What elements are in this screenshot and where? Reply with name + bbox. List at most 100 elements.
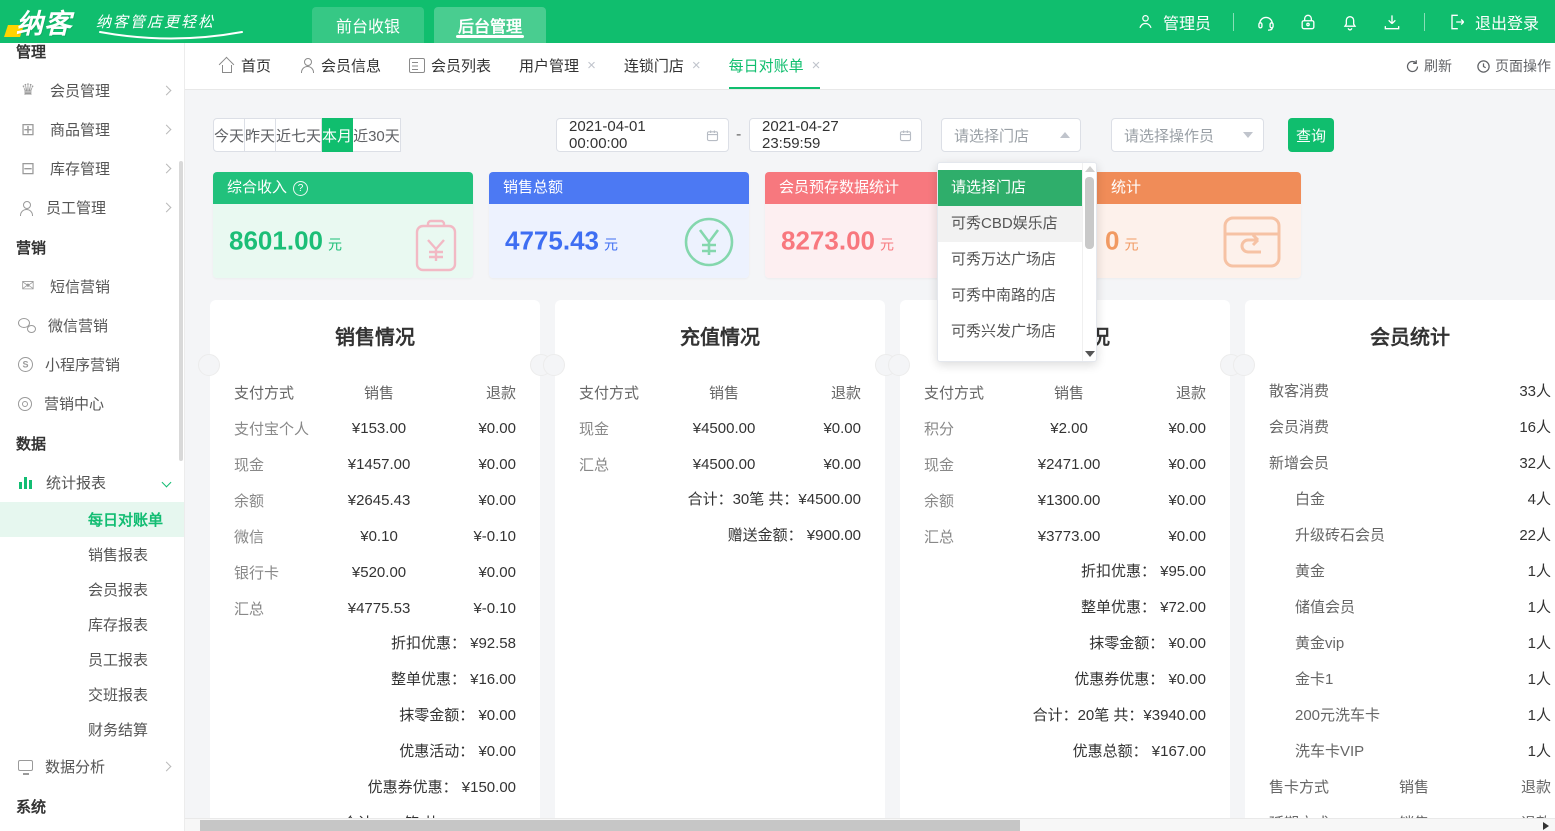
- sidebar-item[interactable]: 营销中心: [0, 384, 184, 423]
- tab[interactable]: 首页: [219, 43, 271, 89]
- chevron-right-icon: [162, 203, 172, 213]
- summary-line: 折扣优惠： ¥95.00: [900, 554, 1230, 590]
- tab[interactable]: 会员信息: [299, 43, 381, 89]
- date-end-input[interactable]: 2021-04-27 23:59:59: [749, 118, 922, 152]
- store-option[interactable]: 可秀兴发广场店: [938, 314, 1082, 350]
- scrollbar-thumb[interactable]: [200, 820, 1020, 831]
- dropdown-scrollbar[interactable]: [1082, 163, 1096, 361]
- calendar-icon: [898, 128, 913, 143]
- quick-range-button[interactable]: 本月: [322, 118, 353, 152]
- quick-range-group: 今天 昨天 近七天 本月 近30天: [213, 118, 401, 152]
- member-stat-row: 黄金vip1人: [1245, 624, 1555, 660]
- logout-button[interactable]: 退出登录: [1447, 10, 1539, 34]
- divider: [1424, 13, 1425, 31]
- lock-icon[interactable]: [1298, 12, 1318, 32]
- quick-range-button[interactable]: 昨天: [245, 118, 276, 152]
- table-row: 现金¥2471.00¥0.00: [900, 446, 1230, 482]
- store-dropdown: 请选择门店 可秀CBD娱乐店 可秀万达广场店 可秀中南路的店 可秀兴发广场店: [937, 162, 1097, 362]
- sidebar-item-label: 统计报表: [46, 472, 106, 493]
- sidebar-item[interactable]: 统计报表: [0, 463, 184, 502]
- target-icon: [18, 397, 32, 411]
- sidebar-item[interactable]: 系统: [0, 786, 184, 826]
- summary-line: 整单优惠： ¥72.00: [900, 590, 1230, 626]
- sidebar-item[interactable]: 销售报表: [0, 537, 184, 572]
- tab-close-icon[interactable]: ×: [587, 57, 596, 74]
- summary-line: 抹零金额： ¥0.00: [210, 698, 540, 734]
- tab[interactable]: 会员列表: [409, 43, 491, 89]
- tab-close-icon[interactable]: ×: [812, 57, 821, 74]
- page-operations-icon: [1476, 59, 1491, 74]
- scroll-up-icon[interactable]: [1085, 166, 1095, 172]
- sidebar-item[interactable]: 库存管理: [0, 149, 184, 188]
- topbar: 纳客 纳客管店更轻松 前台收银 后台管理 管理员: [0, 0, 1555, 43]
- sidebar-item[interactable]: 数据分析: [0, 747, 184, 786]
- operator-select[interactable]: 请选择操作员: [1111, 118, 1264, 152]
- sidebar-item[interactable]: 小程序营销: [0, 345, 184, 384]
- sidebar-item[interactable]: 数据: [0, 423, 184, 463]
- sidebar-item[interactable]: 短信营销: [0, 267, 184, 306]
- scroll-thumb[interactable]: [1085, 177, 1094, 249]
- sidebar-item[interactable]: 营销: [0, 227, 184, 267]
- brand-logo[interactable]: 纳客: [0, 0, 88, 43]
- store-option[interactable]: 可秀万达广场店: [938, 242, 1082, 278]
- headset-icon[interactable]: [1256, 12, 1276, 32]
- sidebar-item-label: 数据分析: [45, 756, 105, 777]
- scroll-down-icon[interactable]: [1085, 351, 1095, 357]
- store-select[interactable]: 请选择门店: [941, 118, 1081, 152]
- refresh-button[interactable]: 刷新: [1405, 56, 1452, 76]
- card-unit: 元: [328, 237, 342, 253]
- store-option[interactable]: 可秀CBD娱乐店: [938, 206, 1082, 242]
- top-nav-button[interactable]: 后台管理: [434, 7, 546, 43]
- bell-icon[interactable]: [1340, 12, 1360, 32]
- help-icon[interactable]: ?: [293, 181, 308, 196]
- sidebar-item[interactable]: 微信营销: [0, 306, 184, 345]
- top-nav-button[interactable]: 前台收银: [312, 7, 424, 43]
- panel-title: 充值情况: [555, 326, 885, 350]
- sidebar-item[interactable]: 交班报表: [0, 677, 184, 712]
- quick-range-button[interactable]: 近30天: [353, 118, 401, 152]
- sidebar-item[interactable]: 员工管理: [0, 188, 184, 227]
- calendar-icon: [705, 128, 720, 143]
- store-option[interactable]: 可秀中南路的店: [938, 278, 1082, 314]
- tab[interactable]: 用户管理 ×: [519, 43, 596, 89]
- summary-line: 优惠活动： ¥0.00: [210, 734, 540, 770]
- chevron-right-icon: [162, 125, 172, 135]
- quick-range-button[interactable]: 近七天: [276, 118, 322, 152]
- sidebar-item[interactable]: 财务结算: [0, 712, 184, 747]
- sidebar-item[interactable]: 管理: [0, 43, 184, 71]
- table-row: 现金¥1457.00¥0.00: [210, 446, 540, 482]
- search-button[interactable]: 查询: [1288, 118, 1334, 152]
- date-start-input[interactable]: 2021-04-01 00:00:00: [556, 118, 729, 152]
- tab[interactable]: 连锁门店 ×: [624, 43, 701, 89]
- sidebar-item[interactable]: 会员管理: [0, 71, 184, 110]
- table-header: 支付方式销售退款: [210, 374, 540, 410]
- sidebar-item[interactable]: 库存报表: [0, 607, 184, 642]
- sidebar-item-label: 每日对账单: [88, 509, 163, 530]
- sidebar-item[interactable]: 商品管理: [0, 110, 184, 149]
- chevron-down-icon: [162, 478, 172, 488]
- tabbar-actions: 刷新 页面操作: [1405, 43, 1555, 89]
- quick-range-button[interactable]: 今天: [213, 118, 245, 152]
- panel-title: 会员统计: [1245, 326, 1555, 350]
- member-stat-row: 黄金1人: [1245, 552, 1555, 588]
- tab-label: 连锁门店: [624, 55, 684, 76]
- sidebar-scrollbar[interactable]: [179, 161, 183, 461]
- summary-line: 赠送金额： ¥900.00: [555, 518, 885, 554]
- sidebar-item-label: 管理: [16, 43, 46, 62]
- tab-close-icon[interactable]: ×: [692, 57, 701, 74]
- refund-box-icon: [1221, 214, 1283, 270]
- home-icon: [219, 58, 235, 73]
- card-total-income: 综合收入 ? 8601.00元: [213, 172, 473, 278]
- sidebar-item[interactable]: 员工报表: [0, 642, 184, 677]
- download-icon[interactable]: [1382, 12, 1402, 32]
- scroll-right-icon[interactable]: [1543, 822, 1549, 830]
- tab[interactable]: 每日对账单 ×: [729, 43, 821, 89]
- sidebar-item-label: 微信营销: [48, 315, 108, 336]
- user-menu[interactable]: 管理员: [1136, 10, 1211, 34]
- sidebar-item[interactable]: 会员报表: [0, 572, 184, 607]
- sidebar-item[interactable]: 每日对账单: [0, 502, 184, 537]
- page-operations-button[interactable]: 页面操作: [1476, 56, 1551, 76]
- stock-icon: [18, 160, 38, 178]
- horizontal-scrollbar[interactable]: [185, 818, 1555, 831]
- store-option[interactable]: 请选择门店: [938, 170, 1082, 206]
